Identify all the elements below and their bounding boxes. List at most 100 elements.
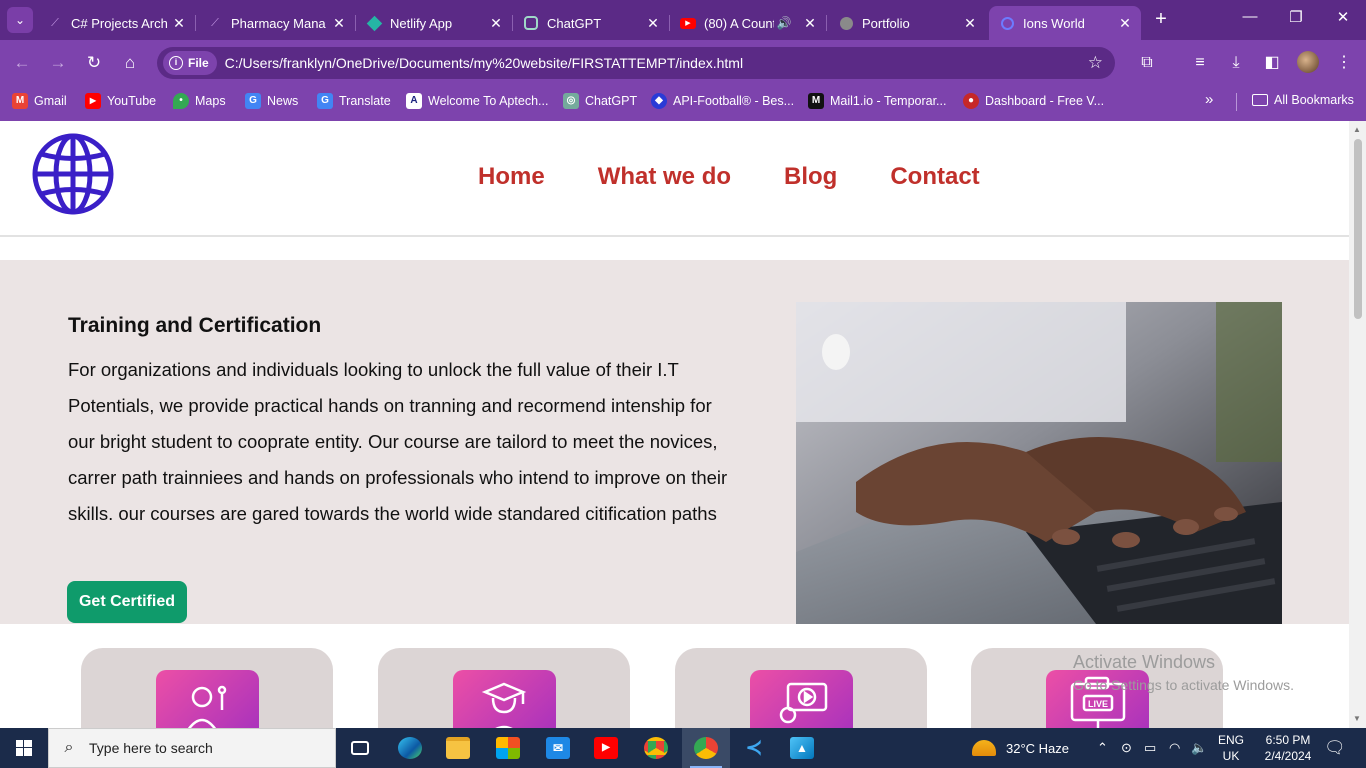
language-indicator[interactable]: ENG UK xyxy=(1218,728,1244,768)
speaker-icon[interactable]: 🔊 xyxy=(774,16,794,30)
address-bar[interactable]: i File C:/Users/franklyn/OneDrive/Docume… xyxy=(157,47,1115,79)
site-info-chip[interactable]: i File xyxy=(163,51,217,75)
tab-csharp-projects[interactable]: ⟋ C# Projects Arch ✕ xyxy=(37,6,196,40)
tab-search-chevron-icon[interactable]: ⌄ xyxy=(7,7,33,33)
bookmark-chatgpt[interactable]: ◎ ChatGPT xyxy=(563,93,637,109)
bookmarks-overflow-icon[interactable]: » xyxy=(1205,91,1213,108)
microsoft-store-icon[interactable] xyxy=(484,728,532,768)
gmail-icon: M xyxy=(12,93,28,109)
close-tab-icon[interactable]: ✕ xyxy=(329,15,349,32)
file-explorer-icon[interactable] xyxy=(434,728,482,768)
bookmark-aptech[interactable]: A Welcome To Aptech... xyxy=(406,93,548,109)
profile-avatar[interactable] xyxy=(1297,51,1319,73)
chrome-profile-active-icon[interactable] xyxy=(682,728,730,768)
url-text[interactable]: C:/Users/franklyn/OneDrive/Documents/my%… xyxy=(225,55,1088,71)
bookmark-star-icon[interactable]: ☆ xyxy=(1088,53,1103,73)
new-tab-icon[interactable]: + xyxy=(1150,8,1172,31)
taskbar-search-box[interactable]: ⌕ Type here to search xyxy=(48,728,336,768)
browser-tab-bar: ⌄ ⟋ C# Projects Arch ✕ ⟋ Pharmacy Mana ✕… xyxy=(0,0,1366,40)
minimize-icon[interactable]: — xyxy=(1227,8,1273,25)
tab-favicon-icon: ⟋ xyxy=(51,16,59,29)
news-icon: G xyxy=(245,93,261,109)
scroll-down-icon[interactable]: ▼ xyxy=(1353,714,1361,723)
side-panel-icon[interactable]: ◧ xyxy=(1260,52,1284,74)
task-view-icon[interactable] xyxy=(336,728,384,768)
chatgpt-icon xyxy=(523,15,539,31)
windows-start-icon[interactable] xyxy=(0,728,48,768)
volume-icon[interactable]: 🔈 xyxy=(1191,728,1207,768)
media-controls-icon[interactable]: ≡ xyxy=(1188,52,1212,74)
tab-title: Portfolio xyxy=(862,15,910,31)
site-header: Home What we do Blog Contact xyxy=(0,121,1349,237)
bookmark-dashboard[interactable]: ● Dashboard - Free V... xyxy=(963,93,1104,109)
chrome-icon[interactable] xyxy=(632,728,680,768)
service-card[interactable] xyxy=(378,648,630,728)
scroll-thumb[interactable] xyxy=(1354,139,1362,319)
menu-kebab-icon[interactable]: ⋮ xyxy=(1332,52,1356,74)
tab-chatgpt[interactable]: ChatGPT ✕ xyxy=(513,6,670,40)
bookmark-news[interactable]: G News xyxy=(245,93,298,109)
tab-netlify[interactable]: Netlify App ✕ xyxy=(356,6,513,40)
show-hidden-icons-icon[interactable]: ⌃ xyxy=(1097,728,1108,768)
notifications-icon[interactable]: 🗨 xyxy=(1324,728,1346,768)
globe-logo-icon[interactable] xyxy=(32,133,114,215)
close-tab-icon[interactable]: ✕ xyxy=(960,15,980,32)
download-icon[interactable]: ⤓ xyxy=(1224,52,1248,74)
extensions-icon[interactable]: ⧉ xyxy=(1135,52,1159,74)
nav-home[interactable]: Home xyxy=(478,163,545,191)
photos-icon[interactable]: ▲ xyxy=(778,728,826,768)
all-bookmarks-folder[interactable]: All Bookmarks xyxy=(1252,93,1354,107)
nav-blog[interactable]: Blog xyxy=(784,163,837,191)
close-tab-icon[interactable]: ✕ xyxy=(169,15,189,32)
close-window-icon[interactable]: ✕ xyxy=(1320,8,1366,26)
back-arrow-icon[interactable]: ← xyxy=(10,51,34,75)
close-tab-icon[interactable]: ✕ xyxy=(800,15,820,32)
page-scrollbar[interactable]: ▲ ▼ xyxy=(1349,121,1366,728)
bookmark-gmail[interactable]: M Gmail xyxy=(12,93,67,109)
folder-icon xyxy=(1252,94,1268,106)
tab-title: Pharmacy Mana xyxy=(231,15,326,31)
tab-youtube[interactable]: ▶ (80) A Count 🔊 ✕ xyxy=(670,6,827,40)
clock[interactable]: 6:50 PM 2/4/2024 xyxy=(1258,728,1318,768)
info-icon: i xyxy=(169,56,183,70)
service-card[interactable] xyxy=(675,648,927,728)
restore-icon[interactable]: ❐ xyxy=(1273,8,1319,26)
nav-what-we-do[interactable]: What we do xyxy=(598,163,731,191)
get-certified-button[interactable]: Get Certified xyxy=(67,581,187,623)
home-icon[interactable]: ⌂ xyxy=(118,51,142,75)
service-card[interactable] xyxy=(81,648,333,728)
bookmarks-bar: M Gmail ▶ YouTube • Maps G News G Translate A… xyxy=(0,86,1366,121)
video-course-icon xyxy=(750,670,853,728)
mail-icon[interactable]: ✉ xyxy=(534,728,582,768)
forward-arrow-icon[interactable]: → xyxy=(46,51,70,75)
mail1-icon: M xyxy=(808,93,824,109)
close-tab-icon[interactable]: ✕ xyxy=(1115,15,1135,32)
bookmark-divider xyxy=(1236,93,1237,111)
bookmark-mail1[interactable]: M Mail1.io - Temporar... xyxy=(808,93,946,109)
page-viewport: Home What we do Blog Contact Training an… xyxy=(0,121,1349,728)
tab-pharmacy[interactable]: ⟋ Pharmacy Mana ✕ xyxy=(197,6,356,40)
close-tab-icon[interactable]: ✕ xyxy=(486,15,506,32)
tab-title: Ions World xyxy=(1023,15,1085,31)
bookmark-youtube[interactable]: ▶ YouTube xyxy=(85,93,156,109)
chatgpt-icon: ◎ xyxy=(563,93,579,109)
nav-contact[interactable]: Contact xyxy=(890,163,979,191)
activate-windows-title: Activate Windows xyxy=(1073,652,1216,672)
reload-icon[interactable]: ↻ xyxy=(82,51,106,75)
scroll-up-icon[interactable]: ▲ xyxy=(1353,125,1361,134)
bookmark-translate[interactable]: G Translate xyxy=(317,93,391,109)
weather-widget[interactable]: 32°C Haze xyxy=(972,728,1069,768)
close-tab-icon[interactable]: ✕ xyxy=(643,15,663,32)
edge-icon[interactable] xyxy=(386,728,434,768)
tab-ions-world[interactable]: Ions World ✕ xyxy=(989,6,1141,40)
bookmark-maps[interactable]: • Maps xyxy=(173,93,226,109)
wifi-icon[interactable]: ◠ xyxy=(1169,728,1180,768)
tab-title: Netlify App xyxy=(390,15,453,31)
tab-portfolio[interactable]: Portfolio ✕ xyxy=(828,6,986,40)
bookmark-api-football[interactable]: ◆ API-Football® - Bes... xyxy=(651,93,794,109)
battery-icon[interactable]: ▭ xyxy=(1144,728,1156,768)
meet-now-icon[interactable]: ⊙ xyxy=(1121,728,1132,768)
youtube-app-icon[interactable]: ▶ xyxy=(582,728,630,768)
aptech-icon: A xyxy=(406,93,422,109)
vscode-icon[interactable]: ≺ xyxy=(730,728,778,768)
